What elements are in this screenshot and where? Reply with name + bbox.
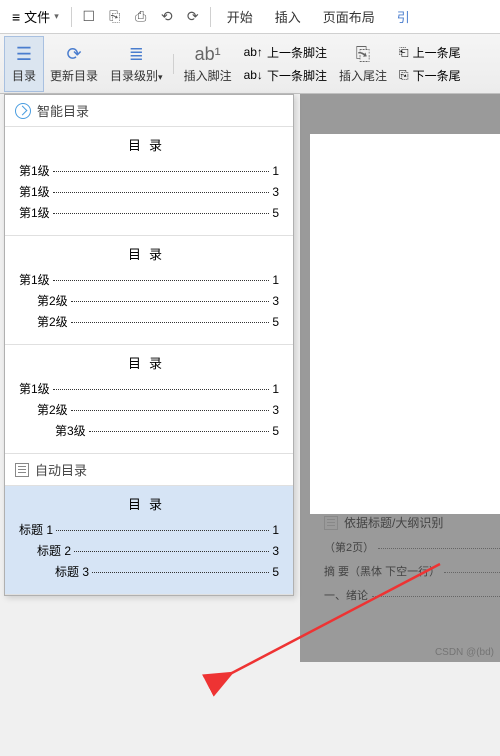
tab-layout[interactable]: 页面布局 <box>319 1 379 32</box>
update-toc-button[interactable]: ⟳ 更新目录 <box>44 36 104 92</box>
divider <box>71 7 72 27</box>
icon-btn-5[interactable]: ⟳ <box>180 4 206 30</box>
toc-style-option[interactable]: 目录第1级1 第1级3 第1级5 <box>5 127 293 236</box>
watermark: CSDN @(bd) <box>435 647 494 658</box>
refresh-icon: ⟳ <box>66 44 81 66</box>
icon-btn-3[interactable]: ⎙ <box>128 4 154 30</box>
prev-footnote-icon: ab↑ <box>244 45 263 59</box>
footnote-icon: ab¹ <box>195 44 221 66</box>
outline-icon <box>324 516 338 530</box>
icon-btn-2[interactable]: ⎘ <box>102 4 128 30</box>
next-endnote[interactable]: ⎘下一条尾 <box>393 65 467 86</box>
insert-footnote-button[interactable]: ab¹ 插入脚注 <box>178 36 238 92</box>
endnote-icon: ⎘ <box>356 44 370 66</box>
toc-level-button[interactable]: ≣ 目录级别▾ <box>104 36 169 92</box>
next-footnote[interactable]: ab↓下一条脚注 <box>238 65 333 86</box>
tab-start[interactable]: 开始 <box>223 1 257 32</box>
toc-line: 第1级3 <box>19 183 279 200</box>
prev-endnote[interactable]: ⎗上一条尾 <box>393 42 467 63</box>
tab-references[interactable]: 引 <box>393 1 414 32</box>
toc-line: 第1级1 <box>19 271 279 288</box>
page: 依据标题/大纲识别 （第2页） 摘 要（黑体 下空一行） 一、绪论 <box>310 134 500 514</box>
insert-endnote-button[interactable]: ⎘ 插入尾注 <box>333 36 393 92</box>
toc-style-option[interactable]: 目录第1级1 第2级3 第2级5 <box>5 236 293 345</box>
toc-preview-title: 目录 <box>19 494 279 513</box>
auto-toc-header: 自动目录 <box>5 454 293 486</box>
file-menu[interactable]: ≡ 文件 ▾ <box>4 3 67 30</box>
toc-line: 第1级1 <box>19 380 279 397</box>
ribbon-tabs: 开始 插入 页面布局 引 <box>223 1 414 32</box>
toc-preview-title: 目录 <box>19 353 279 372</box>
level-icon: ≣ <box>129 44 144 66</box>
hamburger-icon: ≡ <box>12 9 20 25</box>
document-canvas: 依据标题/大纲识别 （第2页） 摘 要（黑体 下空一行） 一、绪论 <box>300 94 500 662</box>
toc-icon: ☰ <box>16 44 32 66</box>
prev-endnote-icon: ⎗ <box>399 45 409 60</box>
menubar: ≡ 文件 ▾ ☐ ⎘ ⎙ ⟲ ⟳ 开始 插入 页面布局 引 <box>0 0 500 34</box>
divider <box>210 7 211 27</box>
prev-footnote[interactable]: ab↑上一条脚注 <box>238 42 333 63</box>
next-endnote-icon: ⎘ <box>399 68 409 83</box>
toc-line: 第2级5 <box>19 313 279 330</box>
smart-icon <box>15 103 31 119</box>
auto-icon <box>15 463 29 477</box>
toc-line: 第2级3 <box>19 292 279 309</box>
toc-dropdown-panel: 智能目录 目录第1级1第1级3第1级5目录第1级1第2级3第2级5目录第1级1第… <box>4 94 294 596</box>
toc-line: 第2级3 <box>19 401 279 418</box>
toc-preview-title: 目录 <box>19 135 279 154</box>
next-footnote-icon: ab↓ <box>244 68 263 82</box>
divider <box>173 54 174 74</box>
icon-btn-4[interactable]: ⟲ <box>154 4 180 30</box>
toc-line: 标题 23 <box>19 542 279 559</box>
toc-line: 标题 11 <box>19 521 279 538</box>
icon-btn-1[interactable]: ☐ <box>76 4 102 30</box>
toc-button[interactable]: ☰ 目录 <box>4 36 44 92</box>
toc-line: 第1级5 <box>19 204 279 221</box>
ribbon-toolbar: ☰ 目录 ⟳ 更新目录 ≣ 目录级别▾ ab¹ 插入脚注 ab↑上一条脚注 ab… <box>0 34 500 94</box>
chevron-down-icon: ▾ <box>54 11 59 22</box>
tab-insert[interactable]: 插入 <box>271 1 305 32</box>
file-label: 文件 <box>24 7 50 26</box>
toc-style-option[interactable]: 目录标题 11 标题 23 标题 35 <box>5 486 293 595</box>
paper-header-text: 依据标题/大纲识别 <box>344 514 443 531</box>
toc-preview-title: 目录 <box>19 244 279 263</box>
toc-line: 标题 35 <box>19 563 279 580</box>
toc-line: 第3级5 <box>19 422 279 439</box>
smart-toc-header: 智能目录 <box>5 95 293 127</box>
toc-line: 第1级1 <box>19 162 279 179</box>
toc-style-option[interactable]: 目录第1级1 第2级3 第3级5 <box>5 345 293 454</box>
